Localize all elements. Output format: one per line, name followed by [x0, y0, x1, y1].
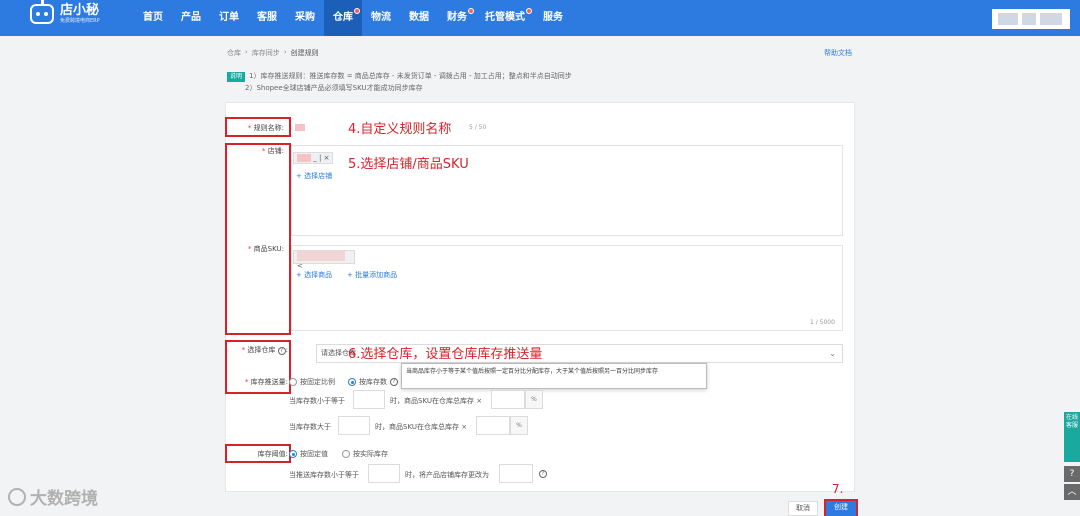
annotation-6: 6.选择仓库，设置仓库库存推送量	[348, 347, 543, 362]
cond1-percent-input[interactable]	[491, 390, 525, 409]
cond2-prefix: 当库存数大于	[289, 423, 331, 431]
push-help-icon[interactable]: ?	[390, 378, 398, 386]
threshold-mid: 时，将产品店铺库存更改为	[405, 471, 489, 479]
annotation-4: 4.自定义规则名称	[348, 122, 452, 137]
sku-label: * 商品SKU:	[247, 245, 284, 253]
back-to-top-icon[interactable]: ︿	[1064, 484, 1080, 500]
nav-item-0[interactable]: 首页	[134, 0, 172, 36]
breadcrumb-current: 创建规则	[290, 49, 319, 57]
notification-dot-icon	[526, 8, 532, 14]
threshold-help-icon[interactable]: ?	[539, 470, 547, 478]
sku-select-area[interactable]	[291, 245, 843, 331]
cond2-threshold-input[interactable]	[338, 416, 370, 435]
notes-tag: 说明	[227, 72, 246, 82]
push-radio-fixed-ratio[interactable]: 按固定比例	[289, 377, 335, 387]
threshold-radio-fixed[interactable]: 按固定值	[289, 449, 328, 459]
threshold-prefix: 当推送库存数小于等于	[289, 471, 359, 479]
watermark: 大数跨境	[8, 484, 98, 509]
threshold-radio-actual[interactable]: 按实际库存	[342, 449, 388, 459]
push-label: * 库存推送量:	[244, 378, 288, 386]
nav-item-8[interactable]: 财务	[438, 0, 476, 36]
store-chip-close-icon[interactable]: ×	[324, 154, 330, 162]
radio-unchecked-icon	[289, 378, 297, 386]
notification-dot-icon	[354, 8, 360, 14]
annotation-7: 7.	[832, 482, 844, 496]
breadcrumb-section[interactable]: 库存同步	[252, 48, 280, 58]
sku-chip: <	[293, 250, 355, 270]
nav-item-1[interactable]: 产品	[172, 0, 210, 36]
breadcrumb: 仓库 › 库存同步 › 创建规则	[227, 48, 319, 58]
nav-item-4[interactable]: 采购	[286, 0, 324, 36]
highlight-store-sku	[225, 143, 291, 335]
push-radio-stock[interactable]: 按库存数?	[348, 377, 398, 387]
cond2-percent-input[interactable]	[476, 416, 510, 435]
sku-counter: 1 / 5000	[810, 319, 835, 326]
nav-item-5[interactable]: 仓库	[324, 0, 362, 36]
bulk-add-product-link[interactable]: + 批量添加商品	[347, 270, 397, 280]
robot-logo-icon	[30, 0, 54, 24]
radio-checked-icon	[348, 378, 356, 386]
help-icon[interactable]: ?	[1064, 466, 1080, 482]
brand-tagline: 免费跨境电商ERP	[60, 18, 100, 24]
online-service-button[interactable]: 在线客服	[1064, 412, 1080, 462]
push-tooltip: 当商品库存小于等于某个值后按照一定百分比分配库存，大于某个值后按照另一百分比同步…	[401, 363, 707, 389]
threshold-target-input[interactable]	[499, 464, 533, 483]
cond1-mid: 时，商品SKU在仓库总库存 ×	[390, 397, 483, 405]
nav-item-10[interactable]: 服务	[534, 0, 572, 36]
rule-notes: 说明 1）库存推送规则：推送库存数 = 商品总库存 - 未发货订单 - 调拨占用 …	[227, 70, 572, 94]
nav-item-9[interactable]: 托管模式	[476, 0, 534, 36]
annotation-5: 5.选择店铺/商品SKU	[348, 157, 469, 172]
note-line-2: 2）Shopee全球店铺产品必须填写SKU才能成功同步库存	[245, 84, 423, 92]
cond1-prefix: 当库存数小于等于	[289, 397, 345, 405]
notification-dot-icon	[468, 8, 474, 14]
select-product-link[interactable]: + 选择商品	[296, 270, 332, 280]
main-nav: 首页 产品 订单 客服 采购 仓库 物流 数据 财务 托管模式 服务	[134, 0, 572, 36]
nav-item-6[interactable]: 物流	[362, 0, 400, 36]
select-store-link[interactable]: + 选择店铺	[296, 171, 332, 181]
user-account[interactable]	[992, 9, 1070, 29]
cancel-button[interactable]: 取消	[788, 501, 818, 516]
cond2-percent-suffix: %	[510, 416, 528, 435]
top-navbar: 店小秘 免费跨境电商ERP 首页 产品 订单 客服 采购 仓库 物流 数据 财务 托管模式 服务	[0, 0, 1080, 36]
rule-name-counter: 5 / 50	[469, 124, 487, 131]
threshold-input[interactable]	[368, 464, 400, 483]
chevron-down-icon: ⌄	[829, 349, 836, 358]
cond1-percent-suffix: %	[525, 390, 543, 409]
highlight-rule-name	[225, 117, 291, 137]
breadcrumb-home[interactable]: 仓库	[227, 48, 241, 58]
help-doc-link[interactable]: 帮助文档	[824, 48, 852, 58]
brand-logo[interactable]: 店小秘 免费跨境电商ERP	[30, 0, 100, 24]
nav-item-2[interactable]: 订单	[210, 0, 248, 36]
brand-name: 店小秘	[60, 3, 100, 18]
watermark-logo-icon	[8, 487, 26, 506]
nav-item-7[interactable]: 数据	[400, 0, 438, 36]
note-line-1: 1）库存推送规则：推送库存数 = 商品总库存 - 未发货订单 - 调拨占用 - …	[249, 72, 572, 80]
radio-checked-icon	[289, 450, 297, 458]
radio-unchecked-icon	[342, 450, 350, 458]
highlight-threshold	[225, 444, 291, 463]
nav-item-3[interactable]: 客服	[248, 0, 286, 36]
cond1-threshold-input[interactable]	[353, 390, 385, 409]
create-button[interactable]: 创建	[824, 499, 858, 516]
store-chip: _ | ×	[293, 152, 334, 164]
cond2-mid: 时，商品SKU在仓库总库存 ×	[375, 423, 468, 431]
